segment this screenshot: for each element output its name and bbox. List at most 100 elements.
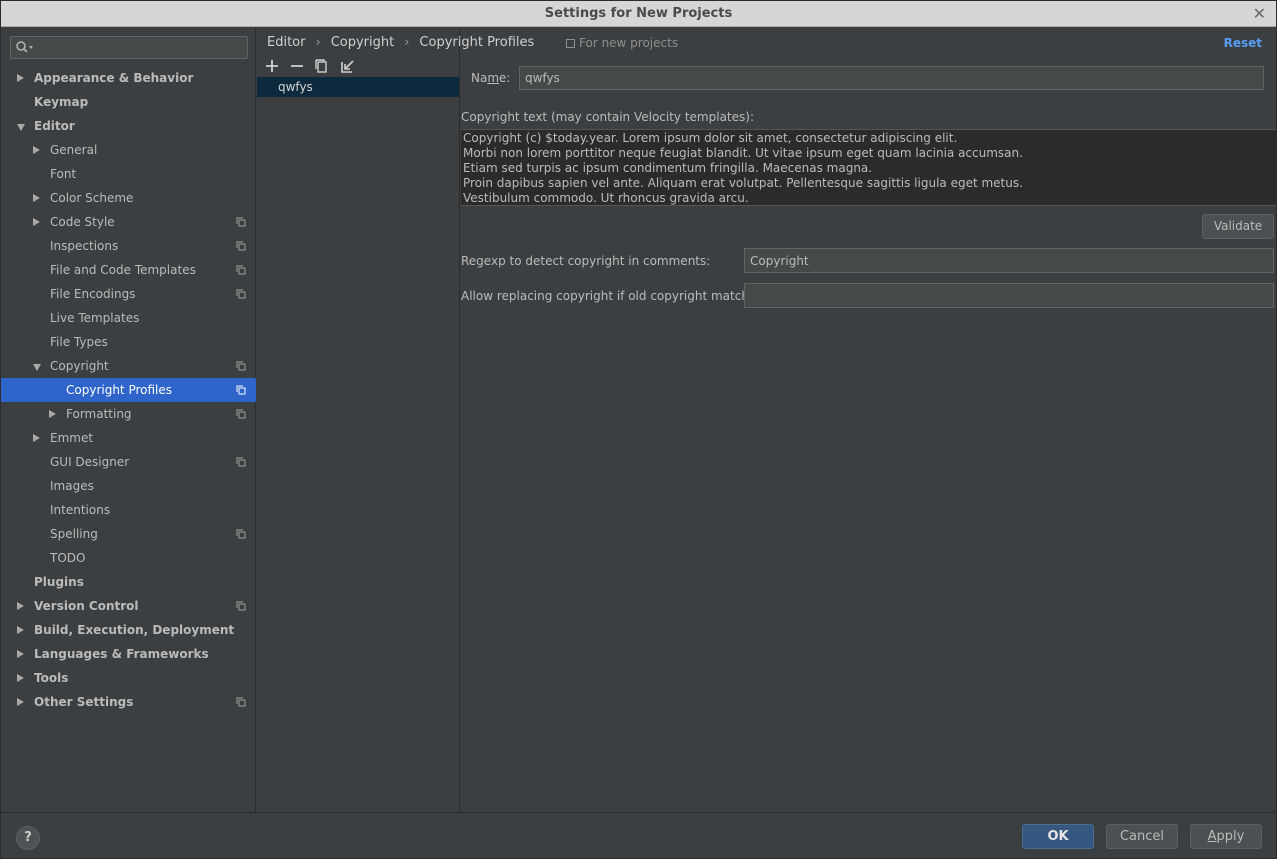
sidebar-item-label: GUI Designer [50, 455, 130, 469]
apply-label: pply [1216, 829, 1245, 844]
sidebar-item-label: Build, Execution, Deployment [34, 623, 235, 637]
sidebar-item[interactable]: Copyright [1, 354, 256, 378]
chevron-down-icon[interactable] [17, 124, 25, 131]
project-scope-icon [236, 697, 246, 707]
project-scope-icon [236, 361, 246, 371]
sidebar-item[interactable]: GUI Designer [1, 450, 256, 474]
sidebar-item-label: Font [50, 167, 77, 181]
sidebar-item[interactable]: File and Code Templates [1, 258, 256, 282]
sidebar-item[interactable]: Build, Execution, Deployment [1, 618, 256, 642]
chevron-right-icon[interactable] [33, 146, 40, 154]
chevron-down-icon[interactable] [33, 364, 41, 371]
chevron-right-icon[interactable] [17, 602, 24, 610]
sidebar-item[interactable]: General [1, 138, 256, 162]
sidebar-item[interactable]: Font [1, 162, 256, 186]
project-scope-icon [566, 39, 575, 48]
name-label: Name: [471, 68, 510, 88]
sidebar-item-label: Appearance & Behavior [34, 71, 194, 85]
apply-mnemonic: A [1207, 829, 1217, 844]
project-scope-icon [236, 457, 246, 467]
sidebar-item-label: Keymap [34, 95, 89, 109]
sidebar-item[interactable]: Appearance & Behavior [1, 66, 256, 90]
sidebar-item[interactable]: Editor [1, 114, 256, 138]
profile-item[interactable]: qwfys [257, 77, 459, 97]
sidebar-item-label: TODO [50, 551, 86, 565]
sidebar-item-label: File Encodings [50, 287, 136, 301]
copyright-text-label: Copyright text (may contain Velocity tem… [461, 110, 754, 124]
project-scope-icon [236, 529, 246, 539]
chevron-right-icon[interactable] [33, 194, 40, 202]
sidebar-item[interactable]: Version Control [1, 594, 256, 618]
sidebar-item[interactable]: Live Templates [1, 306, 256, 330]
sidebar-item[interactable]: Plugins [1, 570, 256, 594]
breadcrumb-separator: › [315, 35, 321, 50]
project-scope-icon [236, 385, 246, 395]
profiles-list: qwfys [257, 77, 459, 97]
project-scope-icon [236, 409, 246, 419]
chevron-right-icon[interactable] [17, 698, 24, 706]
chevron-right-icon[interactable] [17, 674, 24, 682]
breadcrumb-separator: › [404, 35, 410, 50]
sidebar-item[interactable]: Code Style [1, 210, 256, 234]
ok-button[interactable]: OK [1022, 824, 1094, 849]
settings-sidebar: Appearance & Behavior Keymap Editor General… [1, 28, 256, 812]
breadcrumb-item-copyright[interactable]: Copyright [331, 35, 395, 50]
sidebar-item[interactable]: Intentions [1, 498, 256, 522]
name-label-mnemonic: m [487, 71, 500, 85]
breadcrumb-item-copyright-profiles: Copyright Profiles [419, 35, 535, 50]
sidebar-item[interactable]: Keymap [1, 90, 256, 114]
breadcrumb: Editor › Copyright › Copyright Profiles [267, 32, 534, 54]
sidebar-item[interactable]: Formatting [1, 402, 256, 426]
sidebar-item-label: Formatting [66, 407, 132, 421]
sidebar-item[interactable]: Tools [1, 666, 256, 690]
project-scope-icon [236, 289, 246, 299]
sidebar-item-label: Emmet [50, 431, 94, 445]
reset-link[interactable]: Reset [1224, 32, 1262, 54]
sidebar-item[interactable]: Images [1, 474, 256, 498]
settings-tree: Appearance & Behavior Keymap Editor General… [1, 66, 256, 714]
regexp-input[interactable] [744, 248, 1274, 273]
validate-button[interactable]: Validate [1202, 214, 1274, 239]
chevron-right-icon[interactable] [33, 434, 40, 442]
sidebar-item-label: Images [50, 479, 94, 493]
chevron-right-icon[interactable] [33, 218, 40, 226]
project-scope-icon [236, 265, 246, 275]
breadcrumb-item-editor[interactable]: Editor [267, 35, 305, 50]
sidebar-item[interactable]: Languages & Frameworks [1, 642, 256, 666]
chevron-right-icon[interactable] [17, 626, 24, 634]
apply-button[interactable]: Apply [1190, 824, 1262, 849]
sidebar-item[interactable]: Emmet [1, 426, 256, 450]
copy-icon[interactable] [313, 57, 331, 75]
cancel-button[interactable]: Cancel [1106, 824, 1178, 849]
add-icon[interactable] [263, 57, 281, 75]
sidebar-item[interactable]: Inspections [1, 234, 256, 258]
close-icon[interactable]: ✕ [1253, 4, 1266, 23]
chevron-right-icon[interactable] [17, 74, 24, 82]
help-button[interactable]: ? [16, 826, 40, 850]
sidebar-item-label: Version Control [34, 599, 139, 613]
sidebar-item[interactable]: File Encodings [1, 282, 256, 306]
sidebar-item[interactable]: TODO [1, 546, 256, 570]
replace-input[interactable] [744, 283, 1274, 308]
name-input[interactable] [519, 66, 1264, 90]
settings-window: Settings for New Projects ✕ Appearance &… [0, 0, 1277, 859]
search-icon [16, 41, 33, 53]
sidebar-item[interactable]: Color Scheme [1, 186, 256, 210]
sidebar-item[interactable]: File Types [1, 330, 256, 354]
remove-icon[interactable] [288, 57, 306, 75]
sidebar-item-label: Tools [34, 671, 69, 685]
sidebar-item-label: Plugins [34, 575, 84, 589]
search-input[interactable] [10, 36, 248, 59]
copyright-text-editor[interactable]: Copyright (c) $today.year. Lorem ipsum d… [461, 129, 1276, 206]
chevron-right-icon[interactable] [17, 650, 24, 658]
sidebar-item-label: Inspections [50, 239, 119, 253]
sidebar-item-label: Editor [34, 119, 75, 133]
sidebar-item[interactable]: Copyright Profiles [1, 378, 256, 402]
sidebar-item[interactable]: Other Settings [1, 690, 256, 714]
sidebar-item-label: Languages & Frameworks [34, 647, 209, 661]
name-label-part: e: [499, 71, 511, 85]
import-icon[interactable] [339, 57, 357, 75]
profiles-panel [257, 28, 460, 812]
chevron-right-icon[interactable] [49, 410, 56, 418]
sidebar-item[interactable]: Spelling [1, 522, 256, 546]
